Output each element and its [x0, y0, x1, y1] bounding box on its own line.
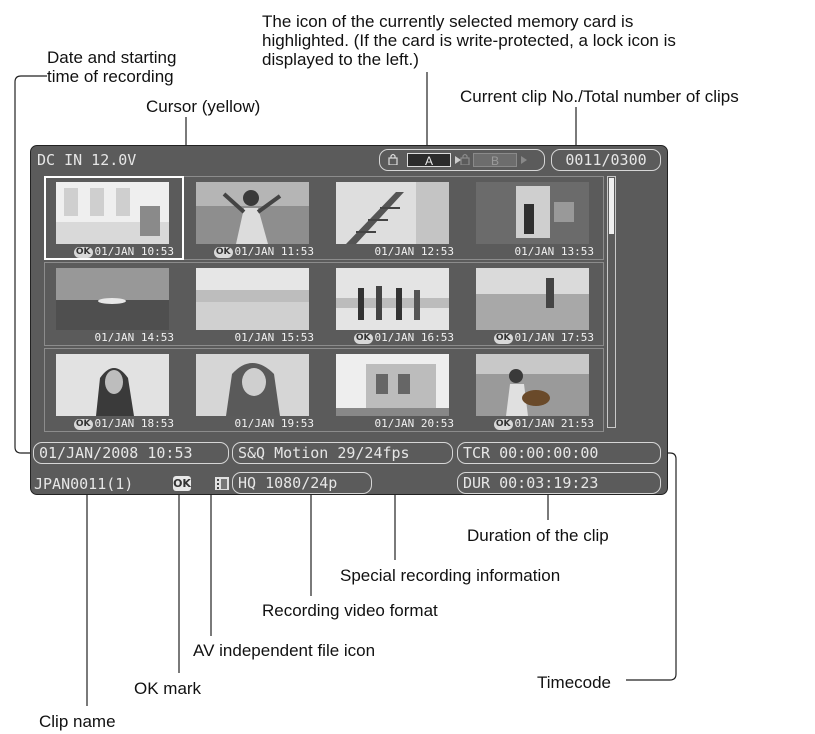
- thumbnail-cell[interactable]: OK 01/JAN 21:53: [464, 348, 604, 432]
- ok-mark-icon: OK: [493, 419, 513, 430]
- thumbnail-cell[interactable]: 01/JAN 12:53: [324, 176, 464, 260]
- thumbnail-image: [196, 268, 309, 330]
- timecode-display: TCR 00:00:00:00: [457, 442, 661, 464]
- thumbnail-cell[interactable]: 01/JAN 20:53: [324, 348, 464, 432]
- thumbnail-image: [336, 268, 449, 330]
- thumbnail-image: [56, 268, 169, 330]
- media-slot-indicator: A B: [379, 149, 545, 171]
- thumbnail-image: [196, 182, 309, 244]
- thumbnail-time: 01/JAN 19:53: [234, 417, 314, 430]
- ok-mark-icon: OK: [173, 476, 191, 491]
- thumbnail-image: [476, 268, 589, 330]
- thumbnail-image: [196, 354, 309, 416]
- thumbnail-image: [56, 354, 169, 416]
- thumbnail-time: 01/JAN 12:53: [374, 245, 454, 258]
- card-slot-b: B: [473, 153, 517, 168]
- ok-mark-icon: OK: [493, 333, 513, 344]
- scrollbar-thumb[interactable]: [609, 178, 614, 234]
- special-info: S&Q Motion 29/24fps: [232, 442, 453, 464]
- slot-b-arrow-icon: [521, 156, 527, 164]
- thumbnail-caption: 01/JAN 19:53: [194, 417, 314, 431]
- thumbnail-time: 01/JAN 11:53: [234, 245, 314, 258]
- thumbnail-time: 01/JAN 20:53: [374, 417, 454, 430]
- thumbnail-screen: DC IN 12.0V A B 0011/0300 OK 01/JAN 10:53…: [30, 145, 668, 495]
- power-status: DC IN 12.0V: [37, 151, 137, 169]
- thumbnail-caption: 01/JAN 12:53: [334, 245, 454, 259]
- thumbnail-cell[interactable]: 01/JAN 19:53: [184, 348, 324, 432]
- thumbnail-caption: 01/JAN 13:53: [474, 245, 594, 259]
- card-slot-a: A: [407, 153, 451, 168]
- thumbnail-time: 01/JAN 17:53: [514, 331, 594, 344]
- lock-icon: [388, 153, 398, 165]
- clip-name: JPAN0011(1): [34, 475, 134, 493]
- thumbnail-caption: OK 01/JAN 17:53: [474, 331, 594, 345]
- ok-mark-icon: OK: [353, 333, 373, 344]
- video-format: HQ 1080/24p: [232, 472, 372, 494]
- selection-cursor: [44, 176, 184, 260]
- thumbnail-caption: 01/JAN 15:53: [194, 331, 314, 345]
- thumbnail-cell[interactable]: OK 01/JAN 17:53: [464, 262, 604, 346]
- thumbnail-cell[interactable]: OK 01/JAN 16:53: [324, 262, 464, 346]
- thumbnail-time: 01/JAN 16:53: [374, 331, 454, 344]
- thumbnail-caption: OK 01/JAN 11:53: [194, 245, 314, 259]
- duration-display: DUR 00:03:19:23: [457, 472, 661, 494]
- start-datetime: 01/JAN/2008 10:53: [33, 442, 229, 464]
- thumbnail-caption: OK 01/JAN 18:53: [54, 417, 174, 431]
- clip-counter: 0011/0300: [551, 149, 661, 171]
- thumbnail-caption: OK 01/JAN 21:53: [474, 417, 594, 431]
- thumbnail-caption: 01/JAN 14:53: [54, 331, 174, 345]
- thumbnail-cell[interactable]: OK 01/JAN 10:53: [44, 176, 184, 260]
- thumbnail-time: 01/JAN 18:53: [94, 417, 174, 430]
- thumbnail-cell[interactable]: 01/JAN 14:53: [44, 262, 184, 346]
- thumbnail-time: 01/JAN 14:53: [94, 331, 174, 344]
- thumbnail-time: 01/JAN 21:53: [514, 417, 594, 430]
- thumbnail-time: 01/JAN 13:53: [514, 245, 594, 258]
- ok-mark-icon: OK: [213, 247, 233, 258]
- thumbnail-cell[interactable]: OK 01/JAN 18:53: [44, 348, 184, 432]
- thumbnail-cell[interactable]: OK 01/JAN 11:53: [184, 176, 324, 260]
- av-file-icon: [215, 477, 229, 490]
- thumbnail-time: 01/JAN 15:53: [234, 331, 314, 344]
- scrollbar[interactable]: [607, 176, 616, 428]
- thumbnail-cell[interactable]: 01/JAN 15:53: [184, 262, 324, 346]
- thumbnail-image: [336, 354, 449, 416]
- thumbnail-image: [336, 182, 449, 244]
- thumbnail-cell[interactable]: 01/JAN 13:53: [464, 176, 604, 260]
- thumbnail-caption: 01/JAN 20:53: [334, 417, 454, 431]
- thumbnail-image: [476, 182, 589, 244]
- thumbnail-image: [476, 354, 589, 416]
- thumbnail-caption: OK 01/JAN 16:53: [334, 331, 454, 345]
- lock-icon: [460, 153, 470, 165]
- ok-mark-icon: OK: [73, 419, 93, 430]
